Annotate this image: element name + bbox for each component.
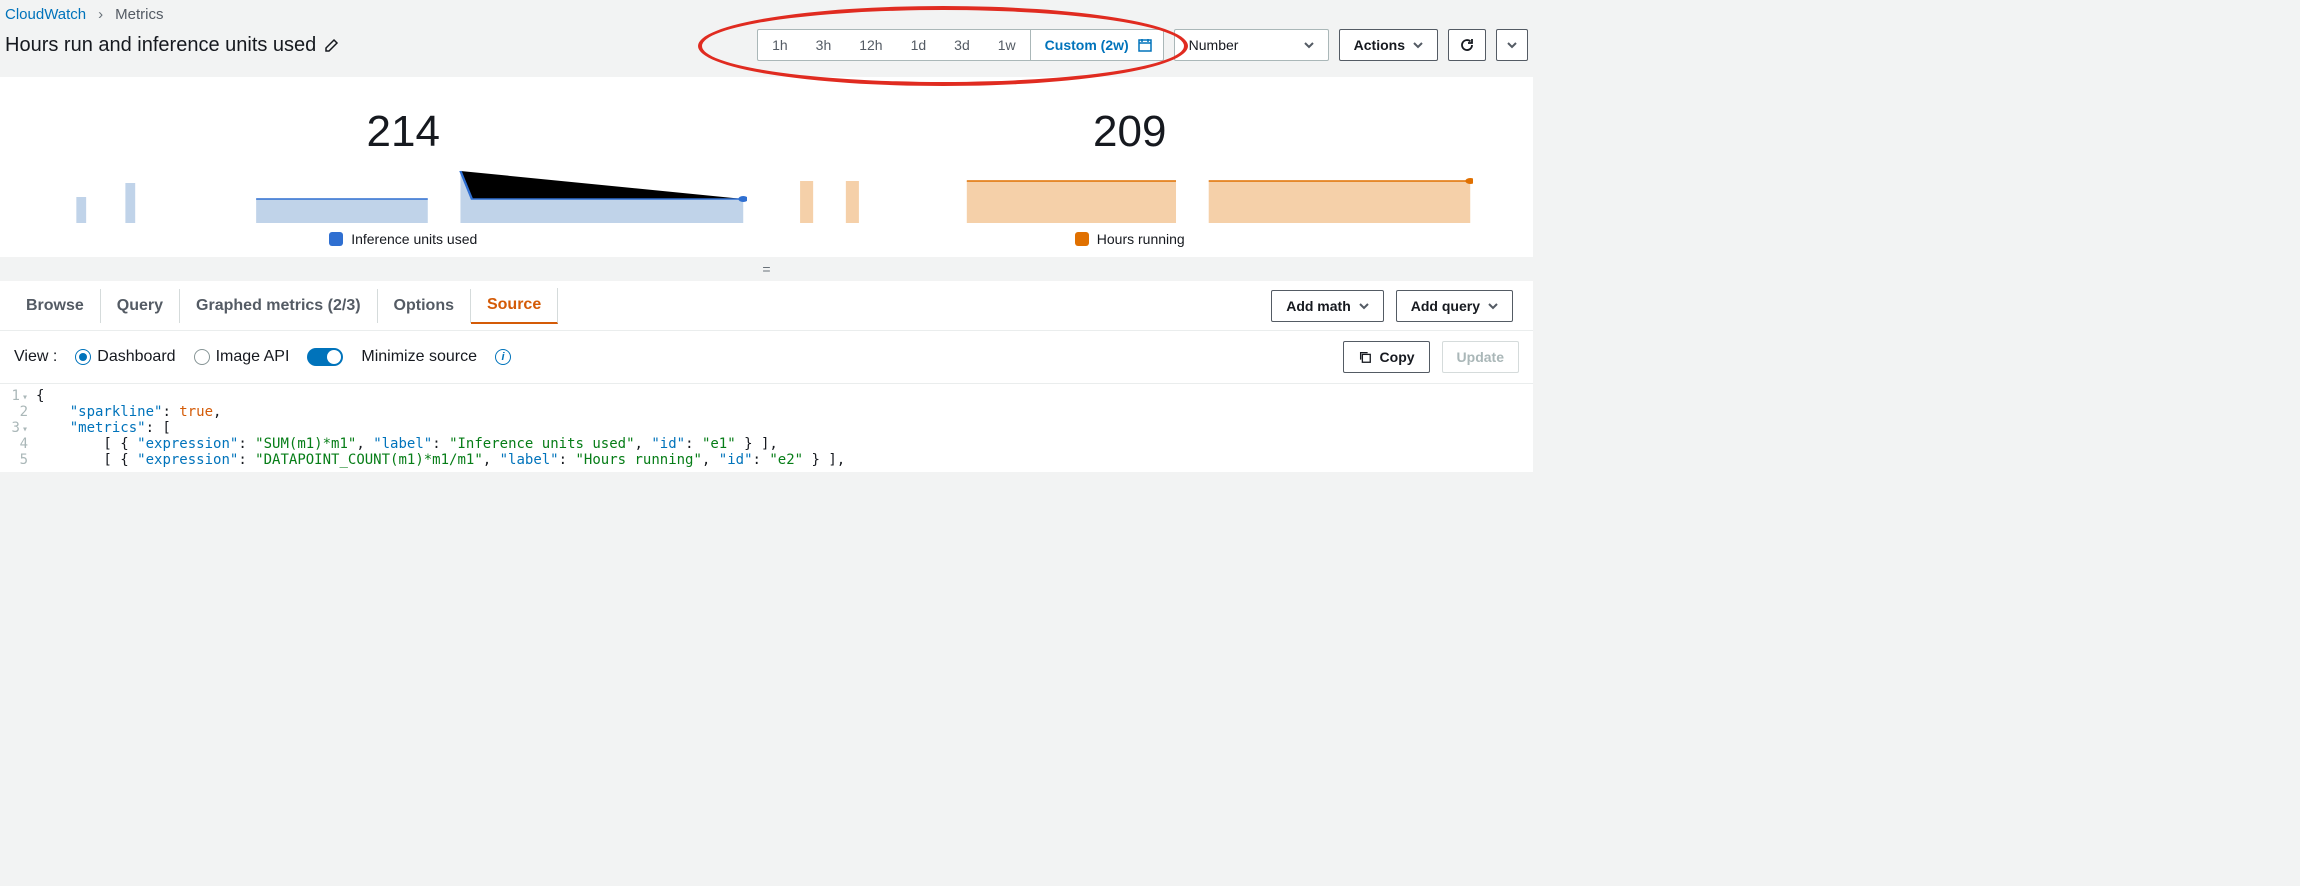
chart-hours-running: 209 Hours running [787,107,1474,247]
refresh-icon [1459,37,1475,53]
tab-browse[interactable]: Browse [10,289,101,323]
copy-button[interactable]: Copy [1343,341,1430,373]
legend-label: Hours running [1097,231,1185,247]
tabs: Browse Query Graphed metrics (2/3) Optio… [0,281,1533,330]
source-editor[interactable]: 1▾{ 2 "sparkline": true, 3▾ "metrics": [… [0,383,1533,472]
chart-value: 214 [367,107,440,157]
time-range-3h[interactable]: 3h [802,30,846,60]
visualization-select[interactable]: Number [1174,29,1329,61]
update-button[interactable]: Update [1442,341,1519,373]
time-range-12h[interactable]: 12h [845,30,896,60]
source-controls: View : Dashboard Image API Minimize sour… [0,330,1533,383]
time-range-custom[interactable]: Custom (2w) [1030,30,1163,60]
time-range-1d[interactable]: 1d [897,30,941,60]
breadcrumb: CloudWatch › Metrics [0,0,1533,25]
minimize-toggle[interactable] [307,348,343,366]
resize-handle-icon[interactable]: = [0,257,1533,281]
tab-query[interactable]: Query [101,289,180,323]
time-range-picker: 1h 3h 12h 1d 3d 1w Custom (2w) [757,29,1164,61]
legend-swatch [1075,232,1089,246]
add-math-button[interactable]: Add math [1271,290,1384,322]
page-title: Hours run and inference units used [5,34,316,57]
breadcrumb-current: Metrics [115,6,163,23]
tab-source[interactable]: Source [471,288,558,324]
tab-options[interactable]: Options [378,289,471,323]
time-range-1w[interactable]: 1w [984,30,1030,60]
sparkline [60,163,747,223]
actions-button[interactable]: Actions [1339,29,1438,61]
radio-dashboard[interactable]: Dashboard [75,348,175,366]
radio-icon [194,349,210,365]
radio-image-api[interactable]: Image API [194,348,290,366]
copy-icon [1358,350,1372,364]
radio-icon [75,349,91,365]
chevron-down-icon [1488,301,1498,311]
breadcrumb-sep-icon: › [98,6,103,23]
tab-graphed-metrics[interactable]: Graphed metrics (2/3) [180,289,378,323]
time-range-1h[interactable]: 1h [758,30,802,60]
breadcrumb-root[interactable]: CloudWatch [5,6,86,23]
chart-inference-units: 214 Inference units used [60,107,747,247]
info-icon[interactable]: i [495,349,511,365]
legend-swatch [329,232,343,246]
legend-label: Inference units used [351,231,477,247]
chevron-down-icon [1359,301,1369,311]
minimize-label: Minimize source [361,348,477,366]
chevron-down-icon [1413,40,1423,50]
add-query-button[interactable]: Add query [1396,290,1513,322]
refresh-menu-button[interactable] [1496,29,1528,61]
refresh-button[interactable] [1448,29,1486,61]
time-range-3d[interactable]: 3d [940,30,984,60]
view-label: View : [14,348,57,366]
calendar-icon [1137,37,1153,53]
chevron-down-icon [1507,40,1517,50]
chart-panel: 214 Inference units used 209 [0,77,1533,257]
sparkline [787,163,1474,223]
page-header: Hours run and inference units used 1h 3h… [0,25,1533,77]
chart-value: 209 [1093,107,1166,157]
chevron-down-icon [1304,40,1314,50]
edit-icon[interactable] [324,37,340,53]
